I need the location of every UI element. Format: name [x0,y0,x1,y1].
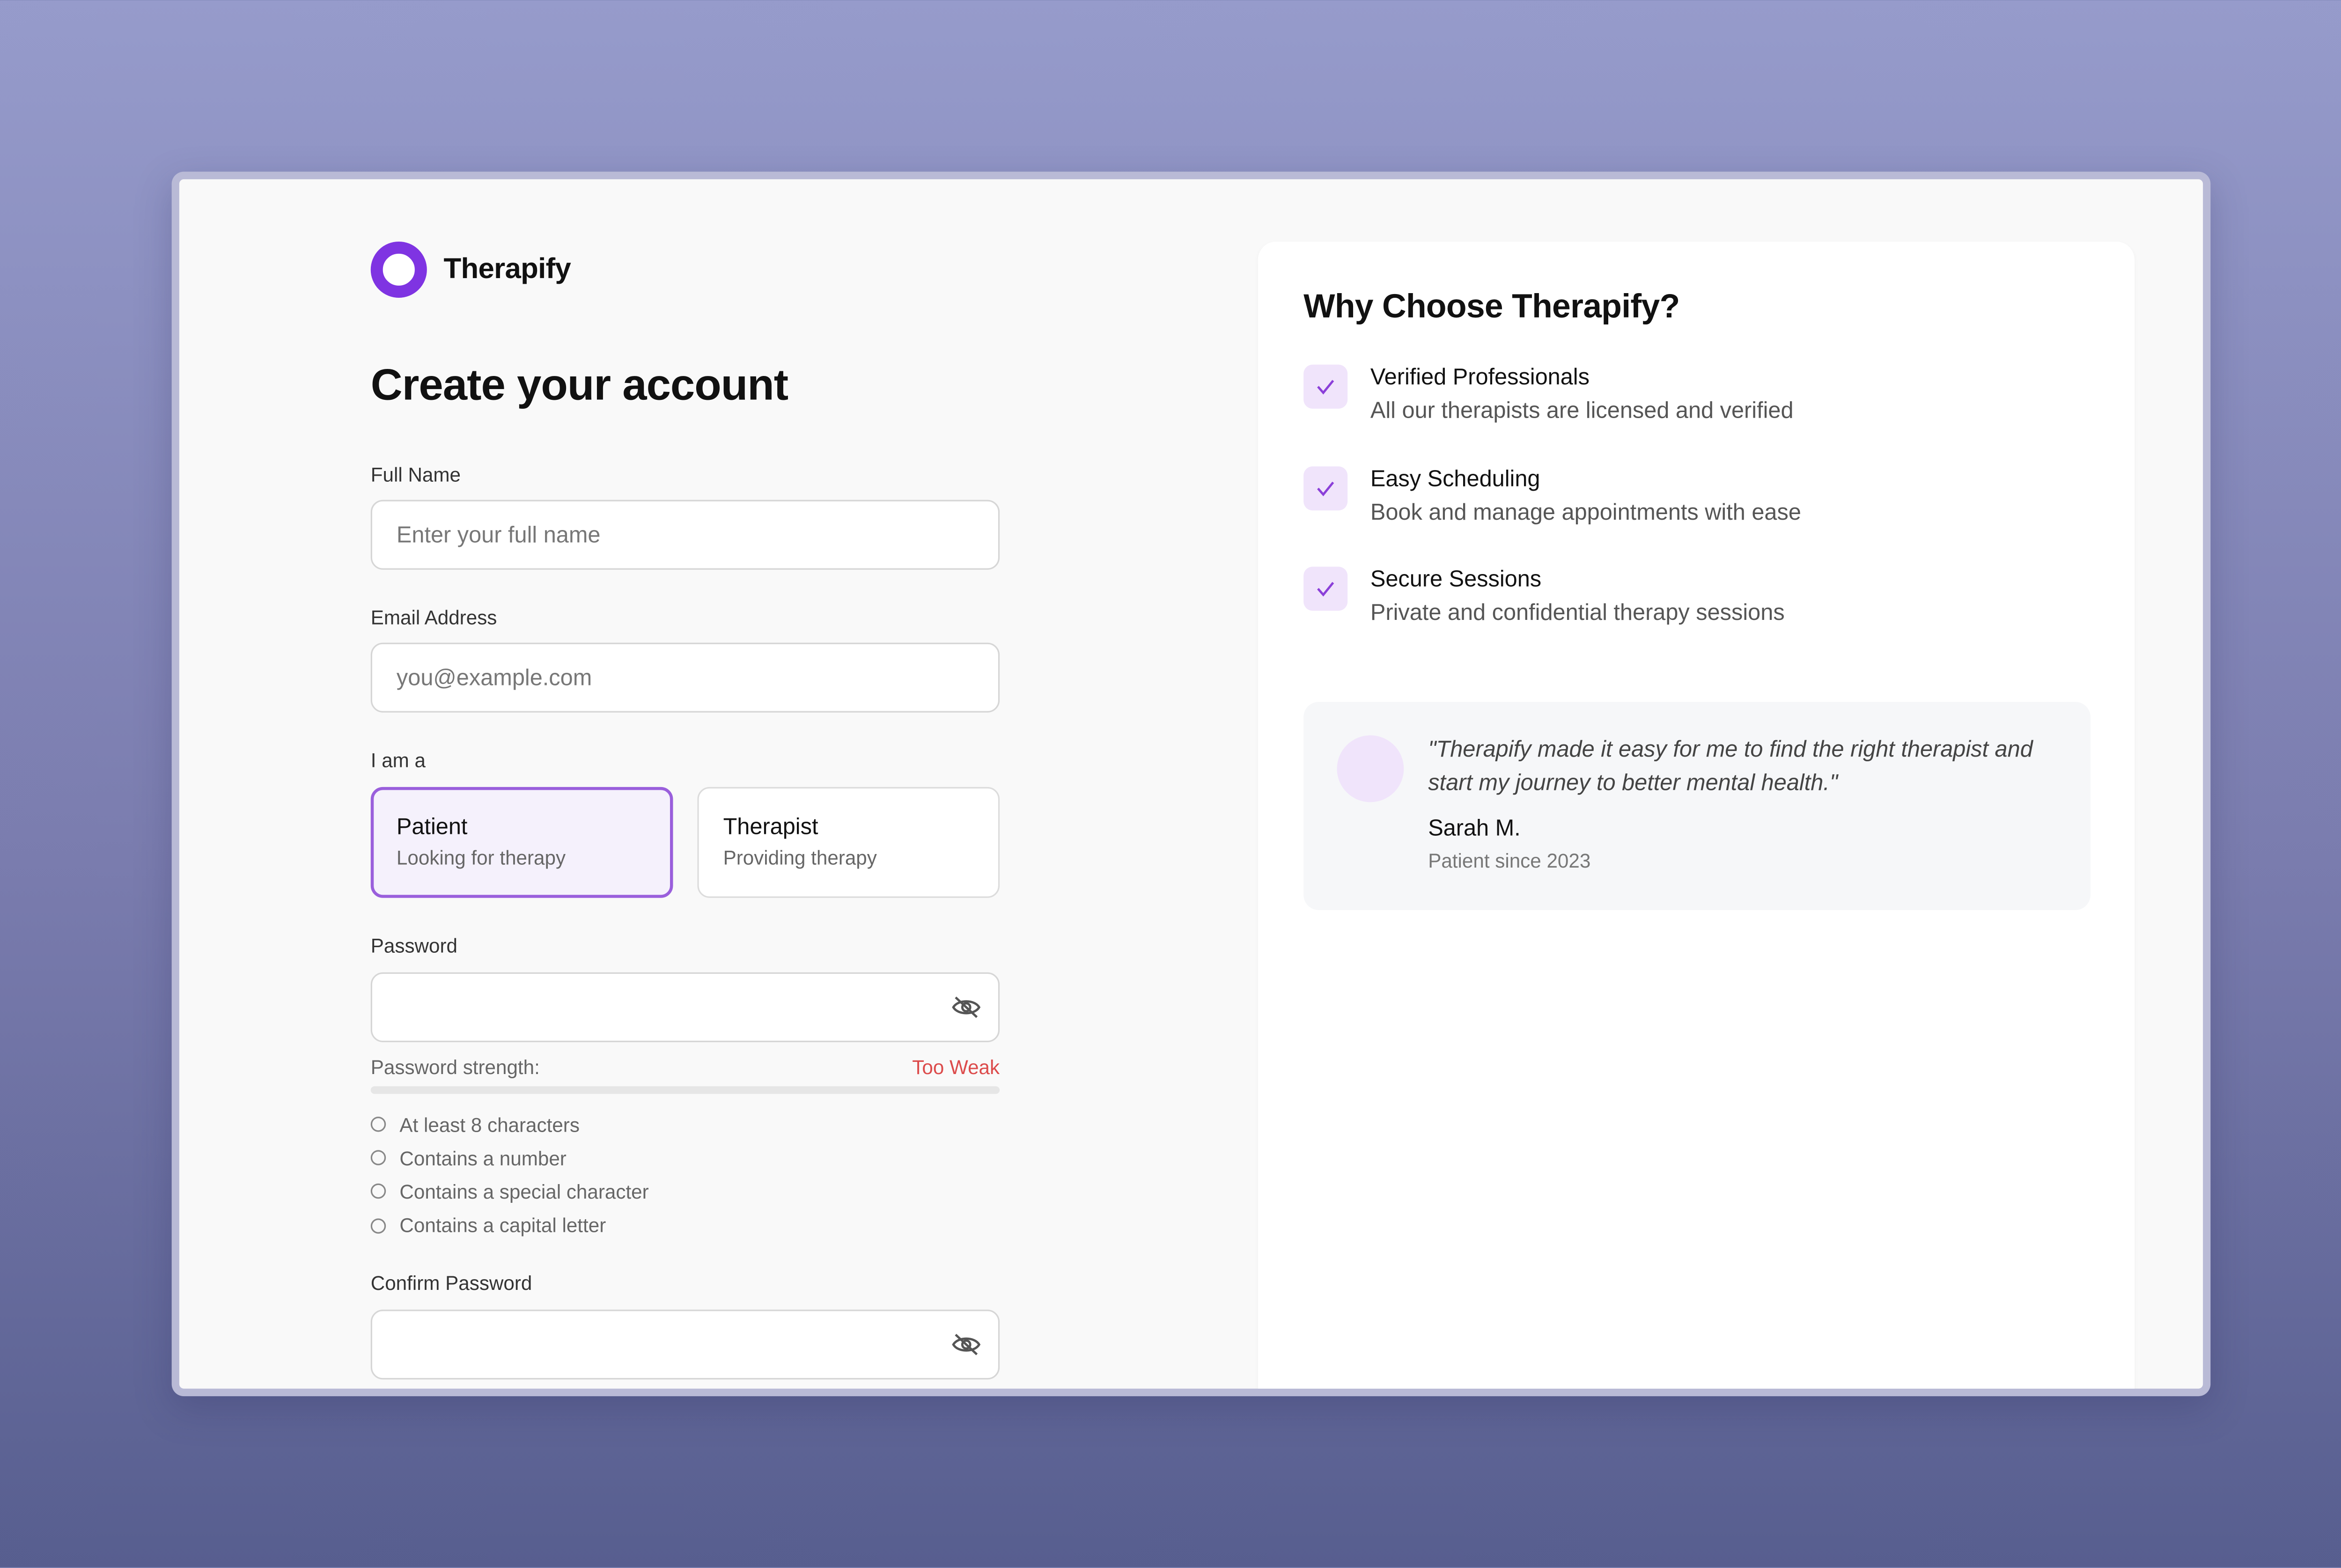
brand-name: Therapify [443,253,571,285]
testimonial-card: "Therapify made it easy for me to find t… [1303,702,2091,910]
testimonial-author: Sarah M. [1428,816,1521,842]
requirement-item: Contains a capital letter [370,1209,649,1243]
circle-icon [370,1150,386,1166]
requirement-text: Contains a number [399,1147,567,1170]
feature-description: Book and manage appointments with ease [1370,500,1801,526]
role-option-subtitle: Looking for therapy [396,846,566,869]
panel-title: Why Choose Therapify? [1303,287,1680,325]
email-input[interactable] [372,644,913,711]
requirement-text: Contains a capital letter [399,1214,606,1237]
feature-description: All our therapists are licensed and veri… [1370,398,1794,424]
feature-title: Secure Sessions [1370,567,1542,593]
password-strength: Password strength: Too Weak [371,1056,1000,1079]
circle-icon [370,1218,386,1233]
circle-icon [370,1117,386,1132]
feature-description: Private and confidential therapy session… [1370,600,1785,626]
strength-meter [370,1086,1000,1094]
role-option-therapist[interactable]: Therapist Providing therapy [697,787,1000,898]
page-title: Create your account [370,361,788,411]
logo-ring-icon [370,241,427,298]
role-option-title: Patient [396,814,468,840]
check-icon [1303,466,1348,511]
brand[interactable]: Therapify [370,241,571,298]
requirement-item: At least 8 characters [370,1108,649,1141]
testimonial-author-meta: Patient since 2023 [1428,849,1591,872]
password-field[interactable] [370,972,1000,1043]
role-label: I am a [370,749,426,772]
feature-title: Easy Scheduling [1370,466,1540,493]
full-name-label: Full Name [370,463,461,486]
strength-label: Password strength: [370,1056,540,1079]
confirm-password-label: Confirm Password [370,1271,532,1295]
email-label: Email Address [370,606,497,629]
password-label: Password [370,934,457,957]
feature-title: Verified Professionals [1370,364,1590,390]
requirement-text: Contains a special character [399,1180,649,1203]
role-option-patient[interactable]: Patient Looking for therapy [370,787,673,898]
confirm-password-field[interactable] [370,1310,1000,1380]
benefits-panel: Why Choose Therapify? Verified Professio… [1258,241,2135,1389]
password-input[interactable] [372,973,913,1041]
check-icon [1303,364,1348,409]
check-icon [1303,567,1348,611]
password-requirements: At least 8 characters Contains a number … [370,1108,649,1243]
email-field[interactable] [370,642,1000,713]
eye-off-icon[interactable] [951,995,981,1019]
eye-off-icon[interactable] [951,1332,981,1357]
confirm-password-input[interactable] [372,1311,913,1378]
testimonial-quote: "Therapify made it easy for me to find t… [1428,736,2033,796]
requirement-item: Contains a special character [370,1175,649,1209]
full-name-input[interactable] [372,501,913,568]
circle-icon [370,1184,386,1200]
avatar [1337,735,1404,802]
browser-window: Therapify Create your account Full Name … [171,171,2211,1397]
role-option-title: Therapist [723,814,818,840]
full-name-field[interactable] [370,500,1000,570]
requirement-item: Contains a number [370,1141,649,1175]
strength-status: Too Weak [912,1056,1000,1079]
signup-page: Therapify Create your account Full Name … [179,179,2203,1389]
role-option-subtitle: Providing therapy [723,846,877,869]
requirement-text: At least 8 characters [399,1113,580,1136]
